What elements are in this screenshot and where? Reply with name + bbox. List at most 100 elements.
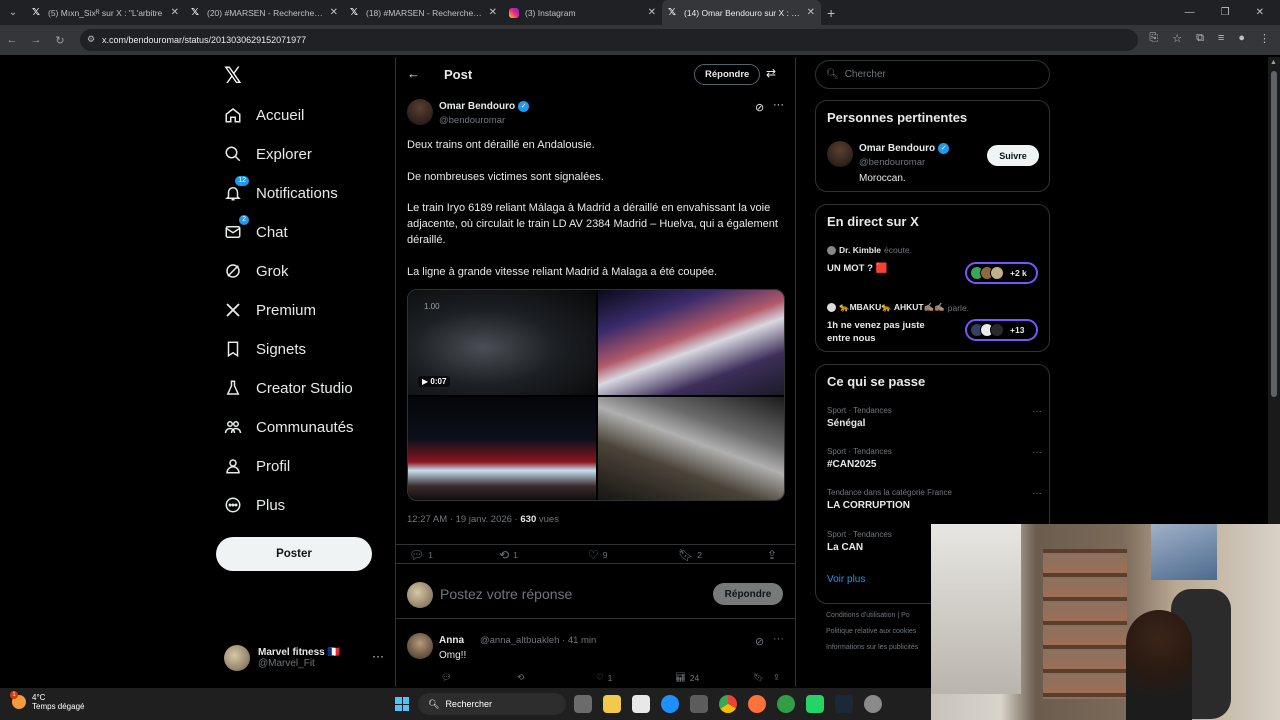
sidebar-item-chat[interactable]: 2 Chat <box>224 215 288 241</box>
reply-input[interactable]: Postez votre réponse <box>440 586 572 602</box>
new-tab-icon[interactable]: + <box>827 5 835 21</box>
person-name[interactable]: Omar Bendouro <box>859 143 935 154</box>
sidebar-item-plus[interactable]: Plus <box>224 496 285 514</box>
edge-icon[interactable] <box>661 695 679 713</box>
sidebar-item-creator-studio[interactable]: Creator Studio <box>224 379 353 397</box>
grok-icon[interactable]: ⊘ <box>755 101 764 114</box>
post-button[interactable]: Poster <box>216 537 372 571</box>
post-timestamp[interactable]: 12:27 AM · 19 janv. 2026 · <box>407 514 520 525</box>
search-input[interactable]: 🔍︎ Chercher <box>815 60 1050 89</box>
live-listeners-pill[interactable]: +13 <box>965 319 1038 341</box>
reply-like-action[interactable]: ♡ 1 <box>596 672 612 683</box>
sidebar-item-signets[interactable]: Signets <box>224 340 306 358</box>
close-tab-icon[interactable]: ✕ <box>489 7 497 18</box>
sidebar-item-accueil[interactable]: Accueil <box>224 106 304 124</box>
more-icon[interactable]: ··· <box>1032 406 1042 417</box>
notepad-icon[interactable] <box>632 695 650 713</box>
extensions-icon[interactable]: ⧉ <box>1196 32 1204 45</box>
tab-5-active[interactable]: 𝕏 (14) Omar Bendouro sur X : "De ✕ <box>662 0 821 25</box>
footer-link[interactable]: Politique relative aux cookies <box>826 628 916 635</box>
author-name-row[interactable]: Omar Bendouro ✓ <box>439 101 530 112</box>
photo-thumbnail[interactable] <box>598 397 784 500</box>
tab-1[interactable]: 𝕏 (5) Mıxn_Sixᴿ sur X : "L'arbitre ✕ <box>26 0 185 25</box>
scrollbar-thumb[interactable] <box>1271 71 1277 397</box>
reply-bookmark-action[interactable]: 🔖︎ <box>753 672 764 683</box>
menu-icon[interactable]: ⋮ <box>1259 32 1270 45</box>
star-icon[interactable]: ☆ <box>1172 32 1182 45</box>
tab-4[interactable]: (3) Instagram ✕ <box>503 0 662 25</box>
tab-3[interactable]: 𝕏 (18) #MARSEN - Recherche / X ✕ <box>344 0 503 25</box>
back-icon[interactable]: ← <box>0 34 24 46</box>
more-icon[interactable]: ··· <box>1032 488 1042 499</box>
url-field[interactable]: ⚙ x.com/bendouromar/status/2013030629152… <box>80 29 1138 51</box>
live-listeners-pill[interactable]: +2 k <box>965 262 1038 284</box>
repost-action[interactable]: ⟲ 1 <box>499 548 518 562</box>
account-more-icon[interactable]: ··· <box>372 649 384 663</box>
see-more-link[interactable]: Voir plus <box>827 574 865 585</box>
reply-author-handle[interactable]: @anna_altbuakleh · 41 min <box>480 635 596 646</box>
start-icon[interactable] <box>395 697 409 711</box>
reply-repost-action[interactable]: ⟲ <box>517 672 524 683</box>
live-space-title[interactable]: 1h ne venez pas juste entre nous <box>827 319 947 345</box>
x-logo-icon[interactable]: 𝕏 <box>224 63 242 89</box>
reply-share-action[interactable]: ⇪ <box>773 672 780 683</box>
sidebar-item-grok[interactable]: Grok <box>224 262 289 280</box>
close-tab-icon[interactable]: ✕ <box>648 7 656 18</box>
app-icon[interactable] <box>777 695 795 713</box>
weather-widget[interactable]: 1 4°C Temps dégagé <box>10 691 84 711</box>
avatar[interactable] <box>407 99 433 125</box>
trend-item[interactable]: Sport · Tendances #CAN2025 ··· <box>827 447 1042 470</box>
share-action[interactable]: ⇪ <box>767 548 777 562</box>
minimize-icon[interactable]: — <box>1185 7 1195 18</box>
video-thumbnail[interactable]: 1.00 ▶ 0:07 <box>408 290 596 395</box>
follow-button[interactable]: Suivre <box>987 145 1039 166</box>
sidebar-item-profil[interactable]: Profil <box>224 457 290 475</box>
reply-author-name[interactable]: Anna <box>439 635 464 646</box>
restore-icon[interactable]: ❐ <box>1221 7 1230 18</box>
reply-views-action[interactable]: 📊︎ 24 <box>675 672 699 683</box>
site-info-icon[interactable]: ⚙ <box>87 34 95 45</box>
scroll-up-icon[interactable]: ▲ <box>1270 59 1277 66</box>
forward-icon[interactable]: → <box>24 34 48 46</box>
reload-icon[interactable]: ↻ <box>48 34 72 47</box>
photo-thumbnail[interactable] <box>598 290 784 395</box>
author-handle[interactable]: @bendouromar <box>439 115 505 126</box>
whatsapp-icon[interactable] <box>806 695 824 713</box>
trend-item[interactable]: Tendance dans la catégorie France LA COR… <box>827 488 1042 511</box>
steam-icon[interactable] <box>835 695 853 713</box>
footer-link[interactable]: Informations sur les publicités <box>826 644 918 651</box>
sidebar-item-notifications[interactable]: 12 Notifications <box>224 176 338 202</box>
profile-icon[interactable]: ● <box>1238 32 1245 45</box>
install-icon[interactable]: ⎘ <box>1149 32 1158 45</box>
person-handle[interactable]: @bendouromar <box>859 157 925 168</box>
like-action[interactable]: ♡ 9 <box>588 548 608 562</box>
firefox-icon[interactable] <box>748 695 766 713</box>
footer-link[interactable]: Conditions d'utilisation | Po <box>826 612 910 619</box>
store-icon[interactable] <box>690 695 708 713</box>
close-window-icon[interactable]: ✕ <box>1256 7 1264 18</box>
trend-item[interactable]: Sport · Tendances Sénégal ··· <box>827 406 1042 429</box>
file-explorer-icon[interactable] <box>603 695 621 713</box>
settings-sliders-icon[interactable]: ⇄ <box>766 66 776 80</box>
close-tab-icon[interactable]: ✕ <box>807 7 815 18</box>
settings-icon[interactable] <box>864 695 882 713</box>
live-space-title[interactable]: UN MOT ? 🟥 <box>827 262 887 275</box>
back-arrow-icon[interactable]: ← <box>407 66 420 81</box>
more-icon[interactable]: ··· <box>1032 447 1042 458</box>
reply-reply-action[interactable]: 💬︎ <box>441 672 452 683</box>
author-name[interactable]: Omar Bendouro <box>439 101 515 112</box>
reply-header-button[interactable]: Répondre <box>694 64 761 85</box>
avatar[interactable] <box>407 633 433 659</box>
reply-action[interactable]: 💬︎ 1 <box>409 548 433 562</box>
sidebar-item-explorer[interactable]: Explorer <box>224 145 312 163</box>
grok-icon[interactable]: ⊘ <box>755 635 764 648</box>
person-name-row[interactable]: Omar Bendouro ✓ <box>859 143 950 154</box>
sidebar-item-communautes[interactable]: Communautés <box>224 418 354 436</box>
taskbar-search[interactable]: 🔍︎ Rechercher <box>418 693 566 715</box>
tab-2[interactable]: 𝕏 (20) #MARSEN - Recherche / X ✕ <box>185 0 344 25</box>
sidebar-item-premium[interactable]: Premium <box>224 301 316 319</box>
more-icon[interactable]: ··· <box>773 633 784 645</box>
reply-item[interactable]: Anna @anna_altbuakleh · 41 min ⊘ ··· Omg… <box>396 627 796 687</box>
bookmark-action[interactable]: 🔖︎ 2 <box>678 548 702 562</box>
tab-search-icon[interactable]: ⌄ <box>0 7 26 18</box>
